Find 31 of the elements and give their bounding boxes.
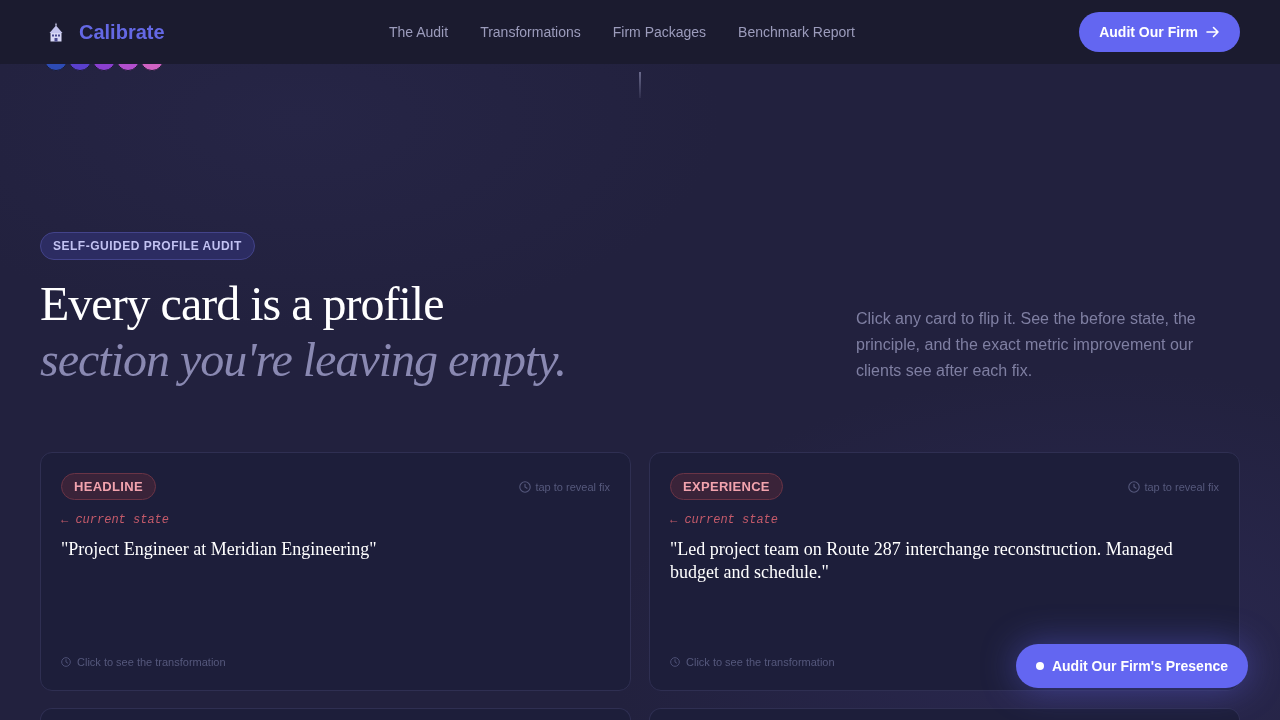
state-label: ← current state [670,513,780,527]
nav-link[interactable]: Firm Packages [612,24,707,40]
state-label: ← current state [61,513,171,527]
audit-card[interactable] [649,708,1240,720]
floating-audit-button[interactable]: Audit Our Firm's Presence [1015,644,1248,688]
dot-icon [1035,662,1044,670]
section-badge: SELF-GUIDED PROFILE AUDIT [40,232,255,260]
clock-icon [670,657,680,667]
audit-card[interactable] [40,708,631,720]
quote-text: "Led project team on Route 287 interchange reconstruction. Managed budget and schedule." [670,538,1174,584]
card-footer-text: Click to see the transformation [77,656,226,668]
reveal-hint: tap to reveal fix [535,480,610,493]
section-tag: HEADLINE [61,473,156,500]
reveal-hint: tap to reveal fix [1144,480,1219,493]
section-tag: EXPERIENCE [670,473,783,500]
clock-icon [61,657,71,667]
audit-button[interactable]: Audit Our Firm [1079,12,1240,52]
arrow-right-icon [1206,26,1220,38]
building-icon [47,22,65,42]
card-footer-text: Click to see the transformation [686,656,835,668]
clock-icon [1128,480,1141,493]
nav-link[interactable]: Benchmark Report [738,24,855,40]
audit-card[interactable]: HEADLINE tap to reveal fix ← current state "Project Engineer at Meridian Engineering" Click to see the transformation [40,452,631,691]
nav-link[interactable]: Transformations [480,24,581,40]
nav-link[interactable]: The Audit [388,24,449,40]
scroll-indicator-line [639,72,641,98]
intro-text: Click any card to flip it. See the before state, the principle, and the exact metric improvement our clients see after each fix. [856,309,1197,381]
quote-text: "Project Engineer at Meridian Engineering" [61,538,378,561]
clock-icon [519,480,532,493]
hero-heading: Every card is a profile section you're leaving empty. [40,276,566,388]
brand-link[interactable]: Calibrate [40,20,165,44]
